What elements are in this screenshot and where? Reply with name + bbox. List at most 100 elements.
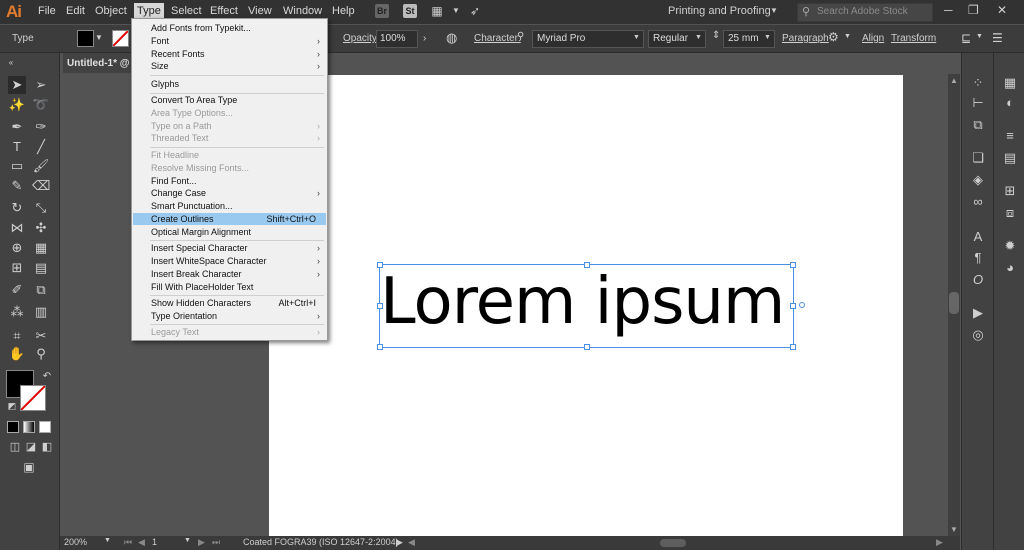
gradient-tool-icon[interactable]: ▤: [32, 259, 50, 277]
links-panel-icon[interactable]: ❏: [970, 150, 986, 166]
pathfinder-panel-icon[interactable]: ⊞: [1002, 183, 1018, 199]
symbol-sprayer-tool-icon[interactable]: ⁂: [8, 303, 26, 321]
color-mode-icon[interactable]: [7, 421, 19, 433]
puppet-warp-tool-icon[interactable]: ✣: [32, 219, 50, 237]
curvature-tool-icon[interactable]: ✑: [32, 118, 50, 136]
menu-item-add-fonts-typekit[interactable]: Add Fonts from Typekit...: [133, 22, 326, 34]
layers-panel-icon[interactable]: ◈: [970, 172, 986, 188]
last-artboard-icon[interactable]: ⏭: [212, 537, 220, 548]
bbox-handle-tl[interactable]: [377, 262, 383, 268]
stroke-color-box[interactable]: [20, 385, 46, 411]
menu-item-type-orientation[interactable]: Type Orientation ›: [133, 310, 326, 322]
stroke-swatch[interactable]: [112, 30, 129, 47]
menu-item-fill-placeholder-text[interactable]: Fill With PlaceHolder Text: [133, 281, 326, 293]
menu-item-insert-break-character[interactable]: Insert Break Character ›: [133, 268, 326, 280]
zoom-tool-icon[interactable]: ⚲: [32, 345, 50, 363]
close-icon[interactable]: ✕: [997, 3, 1007, 17]
vertical-scroll-thumb[interactable]: [949, 292, 959, 314]
bbox-handle-bl[interactable]: [377, 344, 383, 350]
character-panel-icon[interactable]: A: [970, 229, 986, 245]
character-label[interactable]: Character:: [474, 33, 521, 44]
collapse-icon[interactable]: «: [2, 54, 20, 72]
slice-tool-icon[interactable]: ✂: [32, 327, 50, 345]
symbols-panel-icon[interactable]: ◕: [1002, 260, 1018, 276]
scroll-up-icon[interactable]: ▲: [950, 76, 958, 85]
blend-tool-icon[interactable]: ⧉: [32, 281, 50, 299]
bbox-handle-bm[interactable]: [584, 344, 590, 350]
direct-selection-tool-icon[interactable]: ➢: [32, 76, 50, 94]
scroll-right-icon[interactable]: ▶: [936, 537, 943, 548]
chevron-down-icon[interactable]: ▼: [104, 537, 111, 544]
swatches-panel-icon[interactable]: ▦: [1002, 75, 1018, 91]
menu-file[interactable]: File: [36, 5, 58, 17]
panel-menu-icon[interactable]: ☰: [992, 31, 1003, 45]
bbox-handle-br[interactable]: [790, 344, 796, 350]
text-out-port[interactable]: [799, 302, 805, 308]
stock-button[interactable]: St: [403, 4, 417, 18]
scale-tool-icon[interactable]: ⤡: [32, 199, 50, 217]
menu-object[interactable]: Object: [93, 5, 129, 17]
line-tool-icon[interactable]: ╱: [32, 138, 50, 156]
cc-libraries-icon[interactable]: ∞: [970, 194, 986, 210]
document-tab[interactable]: Untitled-1* @ 2: [63, 53, 138, 73]
magic-wand-tool-icon[interactable]: ✨: [8, 96, 26, 114]
menu-help[interactable]: Help: [330, 5, 357, 17]
lasso-tool-icon[interactable]: ➰: [32, 96, 50, 114]
menu-item-find-font[interactable]: Find Font...: [133, 175, 326, 187]
brushes-panel-icon[interactable]: ✹: [1002, 238, 1018, 254]
scroll-down-icon[interactable]: ▼: [950, 525, 958, 534]
menu-item-create-outlines[interactable]: Create Outlines Shift+Ctrl+O: [133, 213, 326, 225]
opacity-field[interactable]: 100%: [376, 30, 418, 48]
align-label[interactable]: Align: [862, 33, 884, 44]
chevron-down-icon[interactable]: ▼: [844, 33, 851, 40]
chevron-down-icon[interactable]: ▼: [976, 33, 983, 40]
opentype-panel-icon[interactable]: O: [970, 272, 986, 288]
menu-item-glyphs[interactable]: Glyphs: [133, 78, 326, 90]
gradient-mode-icon[interactable]: [23, 421, 35, 433]
isolate-icon[interactable]: ⊑: [961, 31, 971, 45]
screen-mode-icon[interactable]: ▣: [20, 458, 38, 476]
menu-item-font[interactable]: Font ›: [133, 35, 326, 47]
next-artboard-icon[interactable]: ▶: [198, 537, 205, 548]
paintbrush-tool-icon[interactable]: 🖌: [32, 157, 50, 175]
bbox-handle-tm[interactable]: [584, 262, 590, 268]
eraser-tool-icon[interactable]: ⌫: [32, 177, 50, 195]
stock-search-input[interactable]: ⚲ Search Adobe Stock: [797, 3, 933, 22]
menu-type[interactable]: Type: [134, 3, 164, 19]
pen-tool-icon[interactable]: ✒: [8, 118, 26, 136]
menu-item-show-hidden-characters[interactable]: Show Hidden Characters Alt+Ctrl+I: [133, 297, 326, 309]
horizontal-scroll-thumb[interactable]: [660, 539, 686, 547]
opacity-arrow-icon[interactable]: ›: [423, 33, 426, 44]
swap-colors-icon[interactable]: ↶: [38, 368, 56, 386]
graph-tool-icon[interactable]: ▥: [32, 303, 50, 321]
font-size-field[interactable]: 25 mm ▼: [723, 30, 775, 48]
mesh-tool-icon[interactable]: ⊞: [8, 259, 26, 277]
menu-effect[interactable]: Effect: [208, 5, 240, 17]
perspective-grid-tool-icon[interactable]: ▦: [32, 239, 50, 257]
fill-chevron-icon[interactable]: ▼: [95, 33, 103, 42]
rotate-tool-icon[interactable]: ↻: [8, 199, 26, 217]
shape-builder-tool-icon[interactable]: ⊕: [8, 239, 26, 257]
menu-view[interactable]: View: [246, 5, 274, 17]
menu-select[interactable]: Select: [169, 5, 204, 17]
scroll-left-icon[interactable]: ◀: [408, 537, 415, 548]
eyedropper-tool-icon[interactable]: ✐: [8, 281, 26, 299]
actions-panel-icon[interactable]: ▶: [970, 305, 986, 321]
menu-item-smart-punctuation[interactable]: Smart Punctuation...: [133, 200, 326, 212]
opacity-label[interactable]: Opacity:: [343, 33, 380, 44]
size-stepper-icon[interactable]: ⇕: [712, 30, 720, 41]
menu-item-insert-whitespace-character[interactable]: Insert WhiteSpace Character ›: [133, 255, 326, 267]
recolor-icon[interactable]: ◍: [446, 30, 457, 46]
align-panel-icon[interactable]: ⊢: [970, 95, 986, 111]
paragraph-label[interactable]: Paragraph: [782, 33, 829, 44]
draw-inside-icon[interactable]: ◧: [38, 438, 56, 456]
menu-item-optical-margin-alignment[interactable]: Optical Margin Alignment: [133, 226, 326, 238]
menu-item-change-case[interactable]: Change Case ›: [133, 187, 326, 199]
status-menu-icon[interactable]: ▶: [396, 537, 403, 548]
bbox-handle-tr[interactable]: [790, 262, 796, 268]
zoom-level[interactable]: 200%: [64, 537, 87, 547]
font-style-field[interactable]: Regular ▼: [648, 30, 706, 48]
menu-item-recent-fonts[interactable]: Recent Fonts ›: [133, 48, 326, 60]
bridge-button[interactable]: Br: [375, 4, 389, 18]
bounding-box[interactable]: [379, 264, 794, 348]
